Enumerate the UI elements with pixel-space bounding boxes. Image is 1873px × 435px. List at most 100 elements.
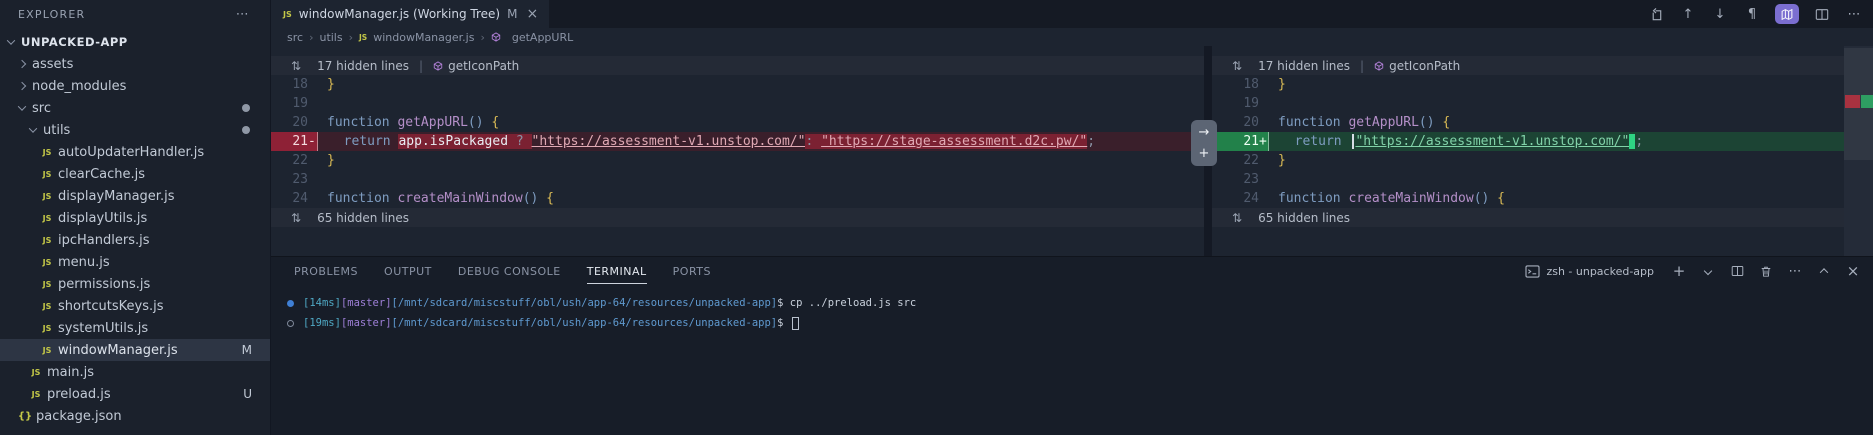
js-file-icon: JS	[42, 235, 52, 245]
split-terminal-icon[interactable]	[1729, 263, 1745, 279]
file-label: systemUtils.js	[58, 320, 149, 336]
sidebar-item-node-modules[interactable]: node_modules	[0, 75, 270, 97]
line-number: 19	[1243, 96, 1259, 111]
line-number: 24	[292, 191, 308, 206]
kill-terminal-icon[interactable]	[1758, 263, 1774, 279]
explorer-title: EXPLORER	[18, 7, 86, 21]
sidebar-item-assets[interactable]: assets	[0, 53, 270, 75]
render-whitespace-icon[interactable]: ¶	[1743, 4, 1761, 24]
more-actions-icon[interactable]: ⋯	[1845, 4, 1863, 24]
line-number: 22	[1243, 153, 1259, 168]
panel-tab-output[interactable]: OUTPUT	[371, 257, 445, 285]
file-label: preload.js	[47, 386, 111, 402]
sidebar-item-preload-js[interactable]: JS preload.js U	[0, 383, 270, 405]
hidden-lines-banner[interactable]: ⇅ 65 hidden lines	[271, 208, 1204, 227]
git-status-badge: U	[243, 387, 252, 401]
unfold-icon[interactable]: ⇅	[1232, 211, 1242, 225]
code-line-right-20: 20 function getAppURL() {	[1212, 113, 1844, 132]
breadcrumb-item[interactable]: windowManager.js	[373, 31, 474, 44]
sidebar-item-displayutils-js[interactable]: JS displayUtils.js	[0, 207, 270, 229]
panel-tab-ports[interactable]: PORTS	[660, 257, 724, 285]
breadcrumb-item[interactable]: getAppURL	[512, 31, 573, 44]
tab-windowmanager[interactable]: JS windowManager.js (Working Tree) M ×	[271, 0, 550, 28]
sidebar-item-menu-js[interactable]: JS menu.js	[0, 251, 270, 273]
unfold-icon[interactable]: ⇅	[291, 59, 301, 73]
sidebar-item-windowmanager-js[interactable]: JS windowManager.js M	[0, 339, 270, 361]
sidebar-item-systemutils-js[interactable]: JS systemUtils.js	[0, 317, 270, 339]
close-panel-icon[interactable]: ×	[1845, 262, 1861, 280]
banner-separator: |	[419, 58, 424, 73]
diff-revert-widget[interactable]: → +	[1191, 120, 1217, 166]
line-number: 20	[1243, 115, 1259, 130]
banner-symbol[interactable]: getIconPath	[448, 59, 519, 73]
breadcrumb-item[interactable]: utils	[319, 31, 342, 44]
editor-tab-strip: JS windowManager.js (Working Tree) M ×	[271, 0, 1873, 28]
panel-tab-problems[interactable]: PROBLEMS	[281, 257, 371, 285]
hidden-lines-banner[interactable]: ⇅ 17 hidden lines | getIconPath	[1212, 56, 1844, 75]
file-label: package.json	[36, 408, 122, 424]
terminal-instance-label[interactable]: zsh - unpacked-app	[1525, 265, 1654, 278]
unfold-icon[interactable]: ⇅	[1232, 59, 1242, 73]
next-change-icon[interactable]: ↓	[1711, 4, 1729, 24]
sidebar-item-main-js[interactable]: JS main.js	[0, 361, 270, 383]
sidebar-item-ipchandlers-js[interactable]: JS ipcHandlers.js	[0, 229, 270, 251]
sidebar-item-autoupdaterhandler-js[interactable]: JS autoUpdaterHandler.js	[0, 141, 270, 163]
minimap[interactable]	[1844, 46, 1873, 256]
sidebar-item-permissions-js[interactable]: JS permissions.js	[0, 273, 270, 295]
modified-dot	[242, 104, 250, 112]
json-file-icon: {}	[17, 410, 33, 422]
file-label: utils	[43, 122, 71, 138]
panel-tab-debug-console[interactable]: DEBUG CONSOLE	[445, 257, 574, 285]
panel-more-icon[interactable]: ⋯	[1787, 263, 1803, 279]
open-changes-icon[interactable]	[1647, 4, 1665, 24]
editor-actions: ↑ ↓ ¶ ⋯	[1647, 0, 1863, 28]
unfold-icon[interactable]: ⇅	[291, 211, 301, 225]
sidebar-item-package-json[interactable]: {} package.json	[0, 405, 270, 427]
terminal-icon	[1525, 264, 1540, 278]
code-content: function createMainWindow() {	[1278, 191, 1505, 206]
sidebar-item-clearcache-js[interactable]: JS clearCache.js	[0, 163, 270, 185]
terminal-dropdown-icon[interactable]	[1700, 263, 1716, 279]
sidebar-item-unpacked-app[interactable]: UNPACKED-APP	[0, 31, 270, 53]
tab-title: windowManager.js (Working Tree)	[298, 7, 501, 21]
js-file-icon: JS	[42, 323, 52, 333]
hidden-lines-banner[interactable]: ⇅ 65 hidden lines	[1212, 208, 1844, 227]
breadcrumb-separator: ›	[480, 30, 485, 44]
terminal-line: [14ms] [master] [/mnt/sdcard/miscstuff/obl…	[287, 293, 1873, 313]
breadcrumb-item[interactable]: src	[287, 31, 303, 44]
new-terminal-icon[interactable]: +	[1671, 262, 1687, 280]
code-content: }	[1278, 77, 1286, 92]
sidebar-item-shortcutskeys-js[interactable]: JS shortcutsKeys.js	[0, 295, 270, 317]
panel-tab-terminal[interactable]: TERMINAL	[574, 257, 660, 285]
file-label: UNPACKED-APP	[21, 35, 128, 49]
map-view-toggle-icon[interactable]	[1775, 4, 1799, 24]
plus-icon[interactable]: +	[1199, 146, 1210, 161]
hidden-lines-text: 65 hidden lines	[1258, 210, 1351, 225]
line-number: 23	[292, 172, 308, 187]
file-label: displayUtils.js	[58, 210, 148, 226]
maximize-panel-icon[interactable]	[1816, 263, 1832, 279]
hidden-lines-banner[interactable]: ⇅ 17 hidden lines | getIconPath	[271, 56, 1204, 75]
file-label: assets	[32, 56, 74, 72]
js-file-icon: JS	[42, 301, 52, 311]
chevron-right-icon	[17, 59, 27, 69]
chevron-down-icon	[28, 124, 38, 133]
explorer-header: EXPLORER ⋯	[0, 0, 270, 28]
file-label: src	[32, 100, 51, 116]
file-label: ipcHandlers.js	[58, 232, 150, 248]
explorer-more-actions-icon[interactable]: ⋯	[236, 7, 250, 22]
breadcrumb-separator: ›	[309, 30, 314, 44]
line-number: 21 +	[1212, 132, 1269, 151]
hidden-lines-text: 65 hidden lines	[317, 210, 410, 225]
previous-change-icon[interactable]: ↑	[1679, 4, 1697, 24]
arrow-right-icon[interactable]: →	[1199, 125, 1210, 140]
split-editor-icon[interactable]	[1813, 4, 1831, 24]
sidebar-item-displaymanager-js[interactable]: JS displayManager.js	[0, 185, 270, 207]
sidebar-item-src[interactable]: src	[0, 97, 270, 119]
tab-close-icon[interactable]: ×	[526, 6, 538, 22]
git-status-badge: M	[241, 343, 252, 357]
line-number: 22	[292, 153, 308, 168]
banner-symbol[interactable]: getIconPath	[1389, 59, 1460, 73]
terminal[interactable]: [14ms] [master] [/mnt/sdcard/miscstuff/obl…	[287, 293, 1873, 333]
sidebar-item-utils[interactable]: utils	[0, 119, 270, 141]
